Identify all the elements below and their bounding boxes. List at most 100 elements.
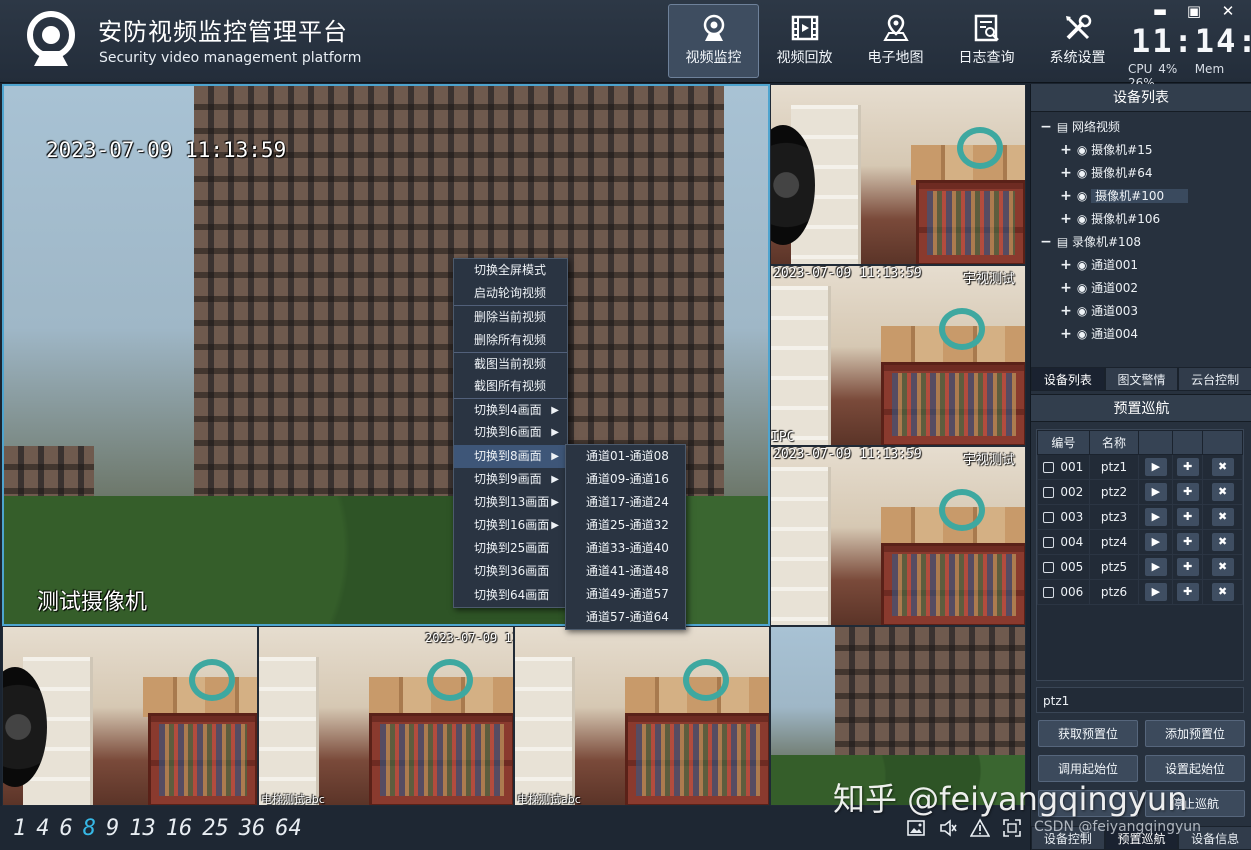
- submenu-channel-group[interactable]: 通道41-通道48: [566, 560, 685, 583]
- menu-layout-13[interactable]: 切换到13画面 ▶: [454, 491, 567, 514]
- menu-layout-6[interactable]: 切换到6画面 ▶: [454, 421, 567, 444]
- nav-video-playback[interactable]: 视频回放: [759, 4, 850, 78]
- menu-layout-4[interactable]: 切换到4画面 ▶: [454, 398, 567, 421]
- layout-1[interactable]: 1: [13, 816, 26, 841]
- layout-6[interactable]: 6: [60, 816, 73, 841]
- tree-node-camera[interactable]: + ◉ 摄像机#64: [1059, 162, 1251, 185]
- tree-node-channel[interactable]: + ◉ 通道004: [1059, 323, 1251, 346]
- submenu-channel-group[interactable]: 通道01-通道08: [566, 445, 685, 468]
- tab-device-list[interactable]: 设备列表: [1031, 367, 1105, 391]
- submenu-channel-group[interactable]: 通道25-通道32: [566, 514, 685, 537]
- add-button[interactable]: ✚: [1176, 533, 1199, 551]
- menu-snapshot-all[interactable]: 截图所有视频: [454, 375, 567, 398]
- menu-layout-9[interactable]: 切换到9画面 ▶: [454, 468, 567, 491]
- expand-icon[interactable]: +: [1059, 139, 1073, 162]
- menu-layout-36[interactable]: 切换到36画面: [454, 560, 567, 583]
- tab-image-alarm[interactable]: 图文警情: [1104, 367, 1179, 391]
- preset-name-input[interactable]: ptz1: [1036, 687, 1244, 713]
- row-checkbox[interactable]: [1043, 462, 1055, 473]
- row-checkbox[interactable]: [1043, 537, 1055, 548]
- video-tile-3[interactable]: 2023-07-09 11:13:59 宇视测试 IPC: [770, 265, 1026, 446]
- video-tile-4[interactable]: 2023-07-09 11:13:59 宇视测试: [770, 446, 1026, 626]
- layout-9[interactable]: 9: [106, 816, 119, 841]
- delete-button[interactable]: ✖: [1211, 483, 1234, 501]
- submenu-channel-group[interactable]: 通道49-通道57: [566, 583, 685, 606]
- add-preset-button[interactable]: 添加预置位: [1145, 720, 1245, 747]
- row-checkbox[interactable]: [1043, 512, 1055, 523]
- menu-start-polling[interactable]: 启动轮询视频: [454, 282, 567, 305]
- expand-icon[interactable]: +: [1059, 300, 1073, 323]
- table-row[interactable]: 004 ptz4 ▶ ✚ ✖: [1037, 529, 1243, 555]
- submenu-channel-group[interactable]: 通道33-通道40: [566, 537, 685, 560]
- alarm-warning-icon[interactable]: [969, 818, 991, 838]
- delete-button[interactable]: ✖: [1211, 458, 1234, 476]
- nav-system-settings[interactable]: 系统设置: [1032, 4, 1123, 78]
- layout-4[interactable]: 4: [36, 816, 49, 841]
- layout-25[interactable]: 25: [202, 816, 229, 841]
- layout-8[interactable]: 8: [83, 816, 96, 841]
- add-button[interactable]: ✚: [1176, 483, 1199, 501]
- play-button[interactable]: ▶: [1144, 583, 1167, 601]
- delete-button[interactable]: ✖: [1211, 583, 1234, 601]
- maximize-icon[interactable]: ▣: [1185, 2, 1203, 20]
- play-button[interactable]: ▶: [1144, 483, 1167, 501]
- tree-node-channel[interactable]: + ◉ 通道003: [1059, 300, 1251, 323]
- expand-icon[interactable]: +: [1059, 208, 1073, 231]
- table-row[interactable]: 001 ptz1 ▶ ✚ ✖: [1037, 454, 1243, 480]
- row-checkbox[interactable]: [1043, 487, 1055, 498]
- add-button[interactable]: ✚: [1176, 508, 1199, 526]
- tree-node-camera[interactable]: + ◉ 摄像机#15: [1059, 139, 1251, 162]
- snapshot-icon[interactable]: [906, 818, 926, 838]
- video-tile-5[interactable]: [2, 626, 258, 806]
- fullscreen-icon[interactable]: [1002, 818, 1022, 838]
- table-row[interactable]: 003 ptz3 ▶ ✚ ✖: [1037, 504, 1243, 530]
- nav-log-query[interactable]: 日志查询: [941, 4, 1032, 78]
- nav-e-map[interactable]: 电子地图: [850, 4, 941, 78]
- close-icon[interactable]: ✕: [1219, 2, 1237, 20]
- expand-icon[interactable]: +: [1059, 185, 1073, 208]
- expand-icon[interactable]: +: [1059, 254, 1073, 277]
- menu-delete-current[interactable]: 删除当前视频: [454, 305, 567, 328]
- layout-64[interactable]: 64: [275, 816, 302, 841]
- expand-icon[interactable]: +: [1059, 277, 1073, 300]
- nav-video-monitor[interactable]: 视频监控: [668, 4, 759, 78]
- delete-button[interactable]: ✖: [1211, 533, 1234, 551]
- minimize-icon[interactable]: ▬: [1151, 2, 1169, 20]
- tree-node-camera[interactable]: + ◉ 摄像机#100: [1059, 185, 1251, 208]
- tab-ptz-control[interactable]: 云台控制: [1178, 367, 1251, 391]
- play-button[interactable]: ▶: [1144, 558, 1167, 576]
- tree-node-camera[interactable]: + ◉ 摄像机#106: [1059, 208, 1251, 231]
- play-button[interactable]: ▶: [1144, 458, 1167, 476]
- add-button[interactable]: ✚: [1176, 558, 1199, 576]
- table-row[interactable]: 005 ptz5 ▶ ✚ ✖: [1037, 554, 1243, 580]
- expand-icon[interactable]: +: [1059, 323, 1073, 346]
- menu-layout-16[interactable]: 切换到16画面 ▶: [454, 514, 567, 537]
- layout-36[interactable]: 36: [239, 816, 266, 841]
- video-tile-6[interactable]: 2023-07-09 11: 电梯测试abc: [258, 626, 514, 806]
- delete-button[interactable]: ✖: [1211, 508, 1234, 526]
- tree-node-recorder[interactable]: − ▤ 录像机#108: [1039, 231, 1251, 254]
- menu-layout-8[interactable]: 切换到8画面 ▶: [454, 444, 567, 468]
- row-checkbox[interactable]: [1043, 587, 1055, 598]
- submenu-channel-group[interactable]: 通道09-通道16: [566, 468, 685, 491]
- expand-icon[interactable]: +: [1059, 162, 1073, 185]
- mute-icon[interactable]: [938, 818, 958, 838]
- collapse-icon[interactable]: −: [1039, 116, 1053, 139]
- table-row[interactable]: 002 ptz2 ▶ ✚ ✖: [1037, 479, 1243, 505]
- tree-node-channel[interactable]: + ◉ 通道001: [1059, 254, 1251, 277]
- layout-16[interactable]: 16: [166, 816, 193, 841]
- delete-button[interactable]: ✖: [1211, 558, 1234, 576]
- video-tile-7[interactable]: 电梯测试abc: [514, 626, 770, 806]
- menu-layout-64[interactable]: 切换到64画面: [454, 584, 567, 607]
- play-button[interactable]: ▶: [1144, 508, 1167, 526]
- play-button[interactable]: ▶: [1144, 533, 1167, 551]
- get-preset-button[interactable]: 获取预置位: [1038, 720, 1138, 747]
- table-row[interactable]: 006 ptz6 ▶ ✚ ✖: [1037, 579, 1243, 605]
- submenu-channel-group[interactable]: 通道57-通道64: [566, 606, 685, 629]
- row-checkbox[interactable]: [1043, 562, 1055, 573]
- add-button[interactable]: ✚: [1176, 458, 1199, 476]
- menu-fullscreen[interactable]: 切换全屏模式: [454, 259, 567, 282]
- add-button[interactable]: ✚: [1176, 583, 1199, 601]
- submenu-channel-group[interactable]: 通道17-通道24: [566, 491, 685, 514]
- menu-layout-25[interactable]: 切换到25画面: [454, 537, 567, 560]
